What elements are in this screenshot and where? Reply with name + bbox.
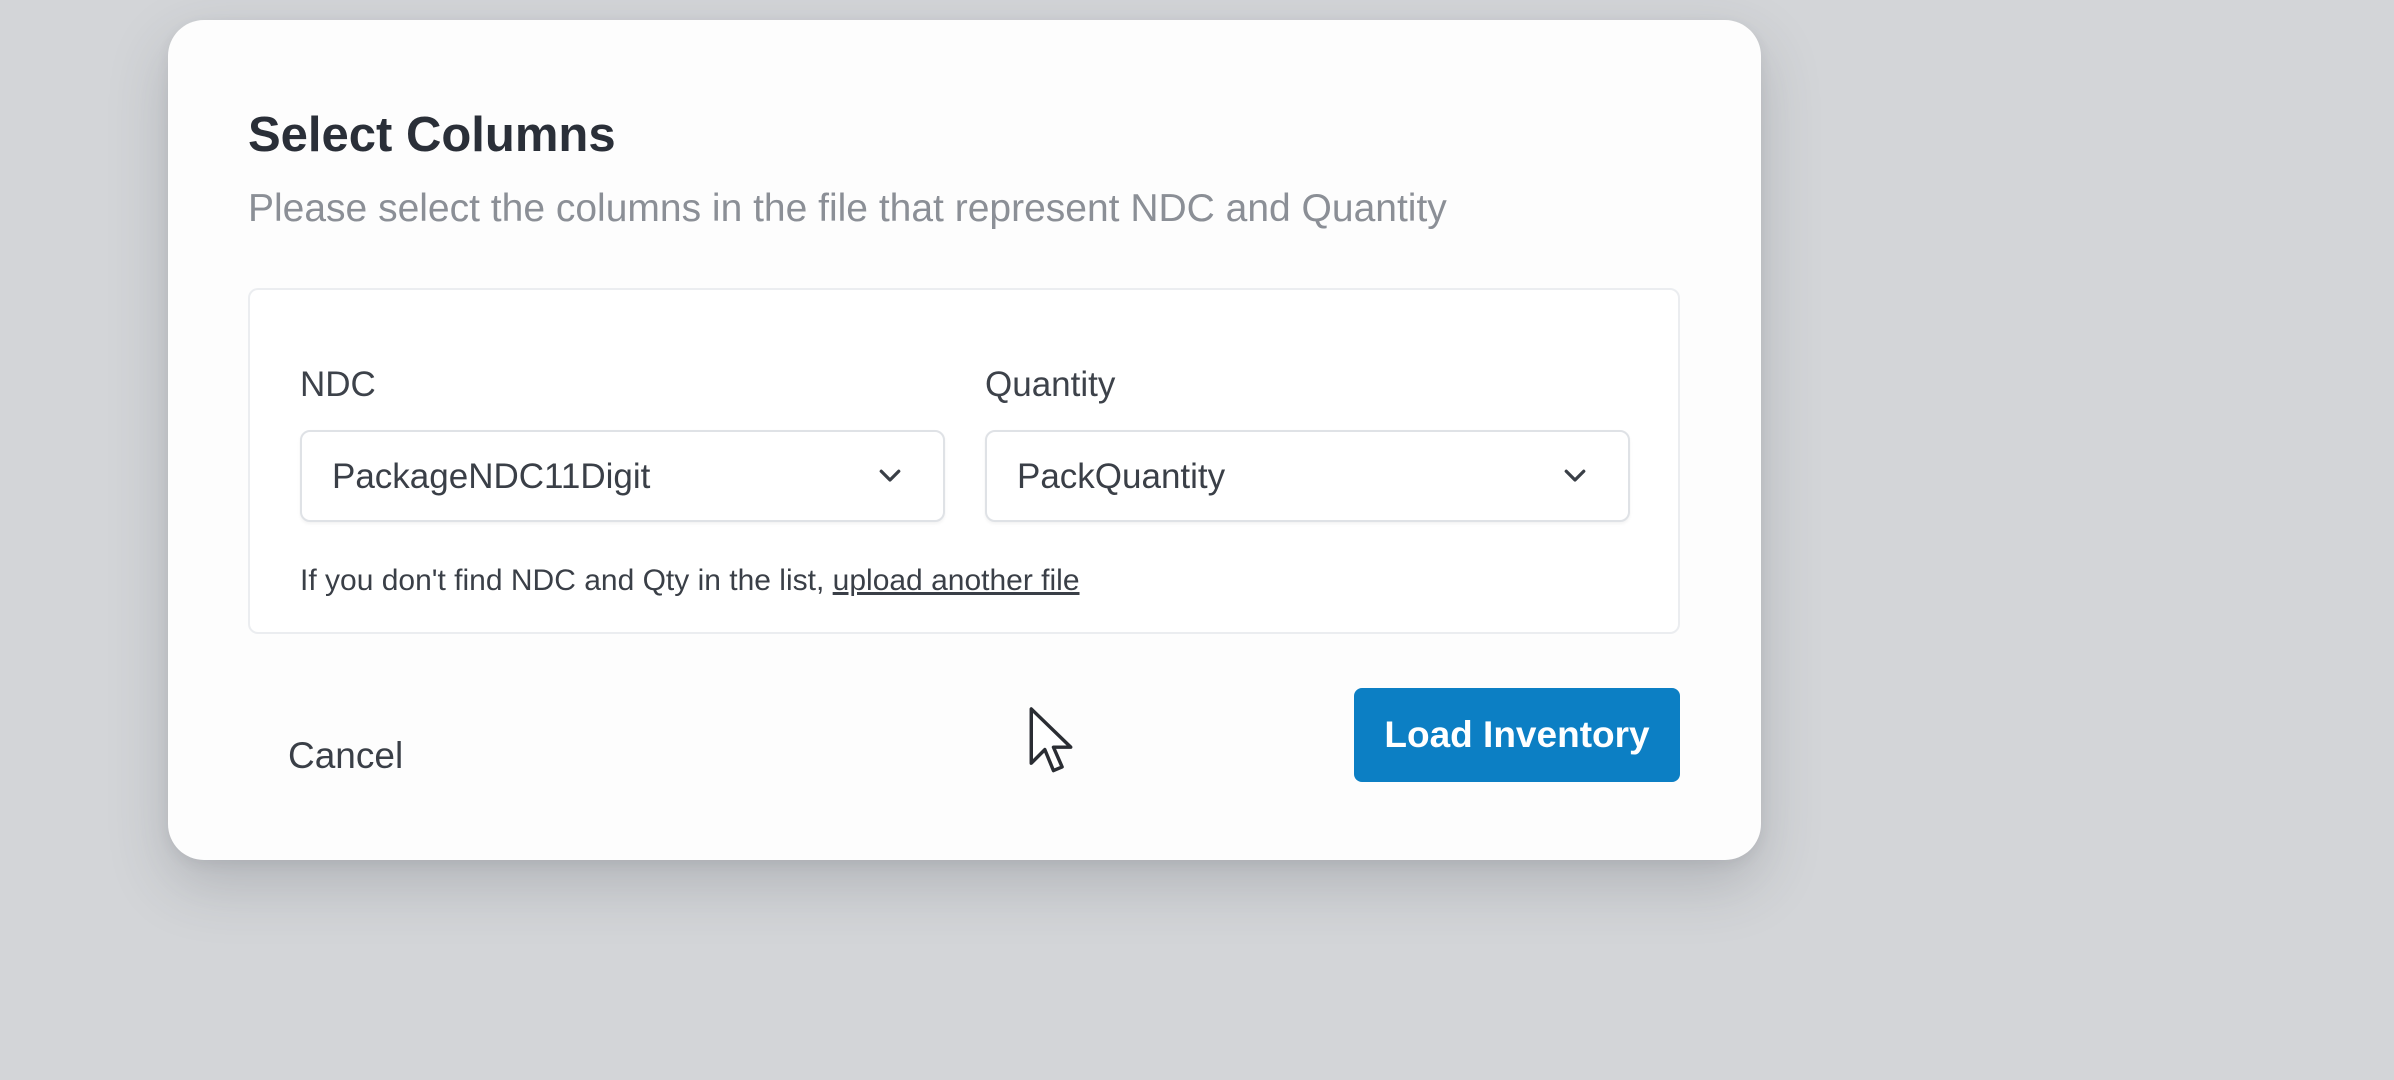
mouse-pointer-icon bbox=[1029, 707, 1073, 773]
ndc-selected-value: PackageNDC11Digit bbox=[332, 457, 651, 496]
upload-hint-text: If you don't find NDC and Qty in the lis… bbox=[300, 564, 833, 597]
upload-hint: If you don't find NDC and Qty in the lis… bbox=[300, 564, 1080, 598]
column-selection-panel: NDC PackageNDC11Digit Quantity PackQuant… bbox=[248, 288, 1680, 634]
load-inventory-button[interactable]: Load Inventory bbox=[1354, 688, 1680, 782]
select-columns-dialog: Select Columns Please select the columns… bbox=[168, 20, 1761, 860]
quantity-label: Quantity bbox=[985, 365, 1116, 404]
quantity-selected-value: PackQuantity bbox=[1017, 457, 1226, 496]
chevron-down-icon bbox=[1564, 469, 1586, 482]
upload-another-file-link[interactable]: upload another file bbox=[833, 564, 1080, 597]
dialog-title: Select Columns bbox=[248, 108, 616, 162]
quantity-field: Quantity PackQuantity bbox=[985, 364, 1630, 522]
ndc-field: NDC PackageNDC11Digit bbox=[300, 364, 945, 522]
ndc-label: NDC bbox=[300, 365, 376, 404]
chevron-down-icon bbox=[879, 469, 901, 482]
cancel-button[interactable]: Cancel bbox=[252, 710, 439, 802]
quantity-column-select[interactable]: PackQuantity bbox=[985, 430, 1630, 522]
ndc-column-select[interactable]: PackageNDC11Digit bbox=[300, 430, 945, 522]
dialog-subtitle: Please select the columns in the file th… bbox=[248, 187, 1447, 230]
